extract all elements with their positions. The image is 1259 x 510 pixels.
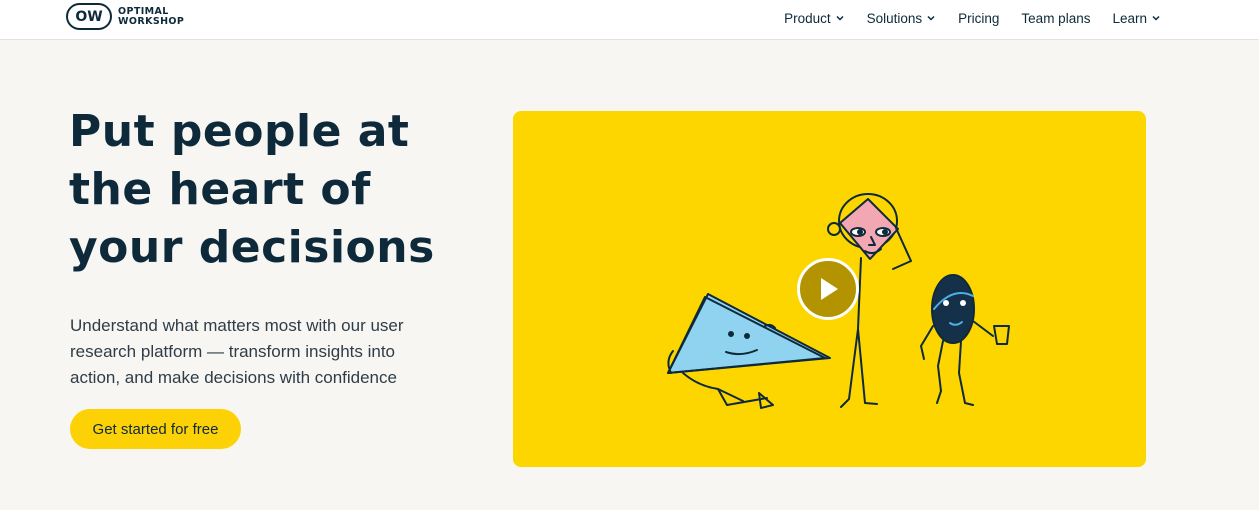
hero-video[interactable] <box>513 111 1146 467</box>
nav-item-pricing[interactable]: Pricing <box>958 11 999 26</box>
site-header: OW OPTIMAL WORKSHOP Product Solutions Pr… <box>0 0 1259 40</box>
nav-item-learn[interactable]: Learn <box>1112 11 1161 26</box>
nav-item-label: Product <box>784 10 831 26</box>
logo-line-2: WORKSHOP <box>118 15 185 27</box>
nav-item-team-plans[interactable]: Team plans <box>1021 11 1090 26</box>
nav-item-label: Team plans <box>1021 10 1091 26</box>
nav-item-label: Solutions <box>866 10 923 26</box>
logo-mark: OW <box>66 3 112 30</box>
play-icon <box>821 278 838 300</box>
hero-title: Put people at the heart of your decision… <box>69 106 435 273</box>
play-button[interactable] <box>797 258 859 320</box>
hero-description: Understand what matters most with our us… <box>70 316 404 387</box>
chevron-down-icon <box>836 15 844 21</box>
get-started-button[interactable]: Get started for free <box>70 409 241 449</box>
oval-character <box>920 274 1010 406</box>
nav-item-label: Pricing <box>958 10 1000 26</box>
nav-item-product[interactable]: Product <box>784 11 845 26</box>
nav-item-solutions[interactable]: Solutions <box>867 11 937 26</box>
nav-item-label: Learn <box>1112 10 1147 26</box>
logo-line-1: OPTIMAL <box>118 5 169 17</box>
chevron-down-icon <box>1152 15 1160 21</box>
main-nav: Product Solutions Pricing Team plans Lea… <box>762 0 1161 36</box>
logo-wordmark: OPTIMAL WORKSHOP <box>118 5 185 27</box>
chevron-down-icon <box>927 15 935 21</box>
brand-logo[interactable]: OW OPTIMAL WORKSHOP <box>66 3 184 30</box>
